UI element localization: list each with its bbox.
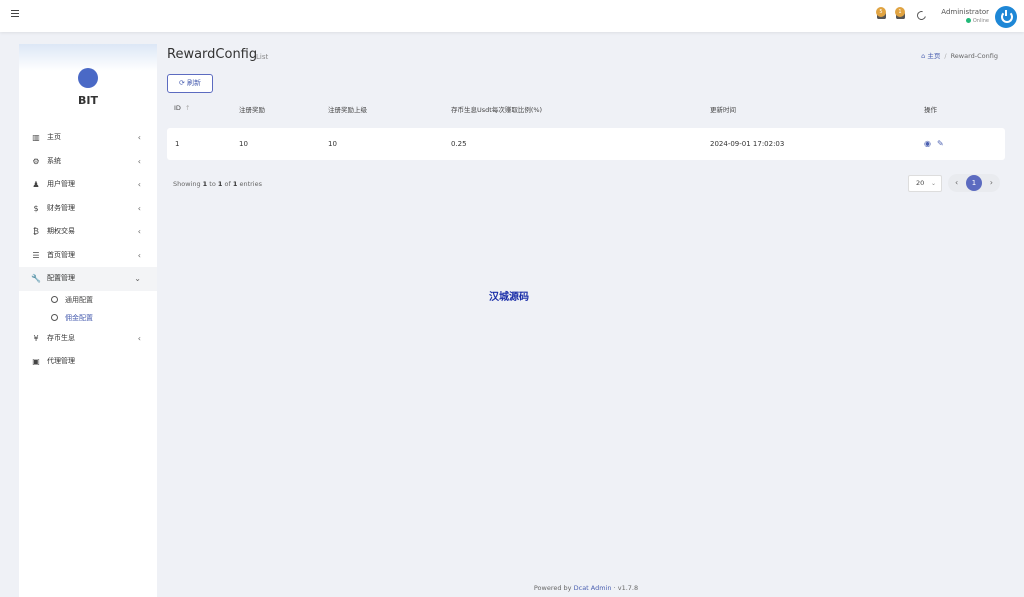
sort-icon[interactable]: ↑ <box>185 104 190 112</box>
cell-reg-reward-parent: 10 <box>328 140 337 148</box>
top-navbar: 5 1 Administrator Online <box>0 0 1024 32</box>
list-icon: ☰ <box>32 250 40 260</box>
home-icon: ⌂ <box>921 52 926 60</box>
breadcrumb-home[interactable]: 主页 <box>927 52 940 60</box>
sidebar-item-config[interactable]: 🔧 配置管理 ⌄ <box>19 267 157 291</box>
cell-updated: 2024-09-01 17:02:03 <box>710 140 785 148</box>
chevron-left-icon: ‹ <box>137 333 141 343</box>
circle-icon <box>51 295 58 303</box>
chevron-left-icon: ‹ <box>137 203 141 213</box>
chevron-left-icon: ‹ <box>137 133 141 142</box>
chevron-down-icon: ⌄ <box>134 274 141 283</box>
id-card-icon: ▣ <box>32 357 40 366</box>
sidebar-item-home[interactable]: ▥ 主页 ‹ <box>19 126 157 150</box>
table-header: ID ↑ 注册奖励 注册奖励上级 存币生息Usdt每次赚取比例(%) 更新时间 操… <box>167 104 1005 120</box>
sidebar-item-finance[interactable]: $ 财务管理 ‹ <box>19 197 157 221</box>
bar-chart-icon: ▥ <box>32 133 40 142</box>
cell-id: 1 <box>175 140 180 148</box>
bitcoin-icon: ₿ <box>33 227 39 236</box>
chevron-left-icon: ‹ <box>137 227 141 236</box>
view-icon[interactable]: ◉ <box>924 139 931 148</box>
online-dot-icon <box>965 18 971 23</box>
users-icon: ♟ <box>32 180 40 189</box>
column-header-reg-reward: 注册奖励 <box>239 106 265 114</box>
column-header-updated: 更新时间 <box>710 106 736 114</box>
sidebar-item-agents[interactable]: ▣ 代理管理 <box>19 350 157 374</box>
table-row: 1 10 10 0.25 2024-09-01 17:02:03 ◉ ✎ <box>167 128 1005 160</box>
user-status: Online <box>965 18 989 24</box>
sidebar-item-options[interactable]: ₿ 期权交易 ‹ <box>19 220 157 244</box>
column-header-reg-reward-parent: 注册奖励上级 <box>328 106 367 114</box>
logo-icon <box>78 68 98 88</box>
column-header-id[interactable]: ID ↑ <box>174 104 190 112</box>
chevron-left-icon: ‹ <box>137 250 141 260</box>
user-name[interactable]: Administrator <box>941 8 989 16</box>
cell-ratio: 0.25 <box>451 140 467 148</box>
avatar[interactable] <box>995 6 1017 28</box>
sidebar-item-users[interactable]: ♟ 用户管理 ‹ <box>19 173 157 197</box>
chevron-down-icon: ⌄ <box>930 180 936 187</box>
page-button-current[interactable]: 1 <box>966 175 982 191</box>
sidebar-subitem-general-config[interactable]: 通用配置 <box>19 291 157 309</box>
notification-badge: 1 <box>895 7 905 17</box>
wrench-icon: 🔧 <box>31 274 41 283</box>
prev-page-icon[interactable]: ‹ <box>955 174 958 192</box>
circle-icon <box>51 313 58 321</box>
footer-link[interactable]: Dcat Admin <box>574 584 612 592</box>
sidebar-subitem-commission-config[interactable]: 佣金配置 <box>19 309 157 327</box>
sidebar-item-staking[interactable]: ¥ 存币生息 ‹ <box>19 327 157 351</box>
sidebar-menu: ▥ 主页 ‹ ⚙ 系统 ‹ ♟ 用户管理 ‹ $ 财务管理 ‹ ₿ 期权交易 ‹ ☰ 首页管理 ‹ 🔧 配… <box>19 126 157 374</box>
chevron-left-icon: ‹ <box>137 156 141 166</box>
page-size-select[interactable]: 20 ⌄ <box>908 175 942 192</box>
sidebar-item-system[interactable]: ⚙ 系统 ‹ <box>19 150 157 174</box>
page-subtitle: List <box>256 53 269 61</box>
notification-badge: 5 <box>876 7 886 17</box>
footer: Powered by Dcat Admin · v1.7.8 <box>533 584 639 592</box>
pagination-summary: Showing 1 to 1 of 1 entries <box>173 180 262 188</box>
yen-icon: ¥ <box>33 333 39 343</box>
page-title: RewardConfig <box>167 47 258 62</box>
breadcrumb-current: Reward-Config <box>950 52 998 60</box>
notification-bell-icon[interactable]: 1 <box>895 7 907 21</box>
cell-reg-reward: 10 <box>239 140 248 148</box>
dollar-icon: $ <box>33 203 39 213</box>
menu-toggle-icon[interactable] <box>11 10 19 18</box>
notification-bell-icon[interactable]: 5 <box>876 7 888 21</box>
refresh-icon: ⟳ <box>178 79 185 87</box>
chevron-left-icon: ‹ <box>137 180 141 189</box>
breadcrumb-separator: / <box>944 52 947 60</box>
edit-icon[interactable]: ✎ <box>937 139 944 148</box>
dark-mode-toggle-icon[interactable] <box>915 9 928 22</box>
sidebar-banner <box>19 44 157 71</box>
next-page-icon[interactable]: › <box>990 174 993 192</box>
gear-icon: ⚙ <box>32 156 40 166</box>
refresh-button[interactable]: ⟳ 刷新 <box>167 74 213 93</box>
column-header-ratio: 存币生息Usdt每次赚取比例(%) <box>451 106 543 114</box>
brand-name: BIT <box>78 94 98 107</box>
sidebar-item-homepage[interactable]: ☰ 首页管理 ‹ <box>19 244 157 268</box>
sidebar: BIT ▥ 主页 ‹ ⚙ 系统 ‹ ♟ 用户管理 ‹ $ 财务管理 ‹ ₿ 期权交易 ‹ ☰ 首页管理… <box>19 44 157 597</box>
pagination: ‹ 1 › <box>948 174 1000 192</box>
watermark-text: 汉城源码 <box>489 292 529 303</box>
breadcrumb: ⌂ 主页 / Reward-Config <box>921 50 998 60</box>
column-header-actions: 操作 <box>924 106 937 114</box>
